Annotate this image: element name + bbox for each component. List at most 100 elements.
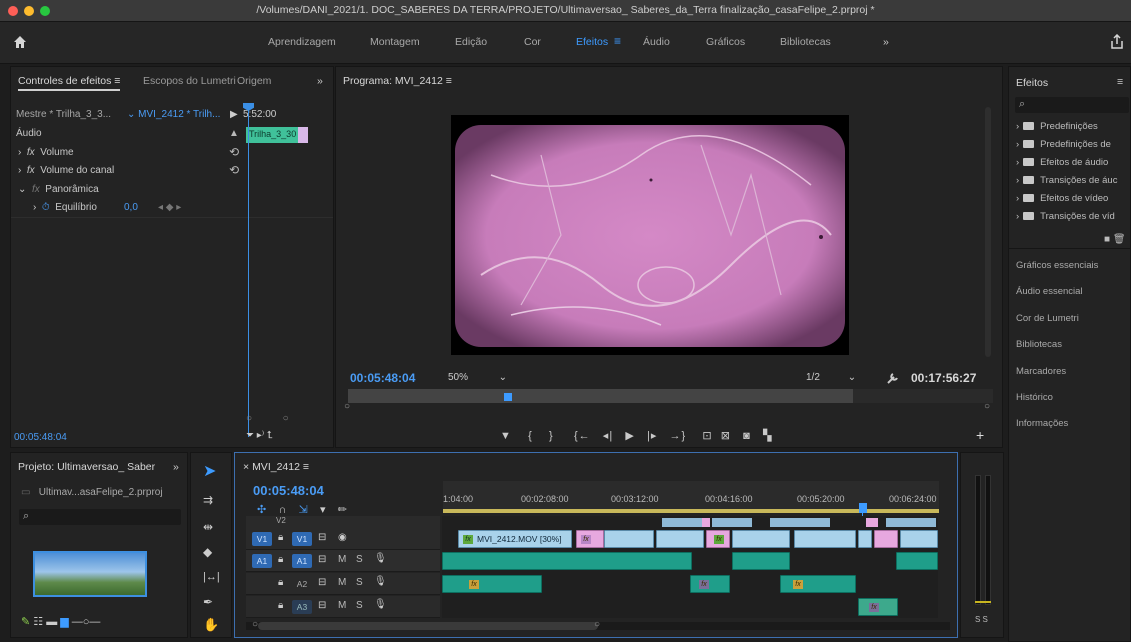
timeline-zoom-right[interactable]: ○ <box>594 619 600 630</box>
project-thumbnail[interactable] <box>33 551 147 597</box>
workspace-efeitos[interactable]: Efeitos <box>576 36 608 48</box>
audio-clip[interactable]: fx <box>690 575 730 593</box>
workspace-graficos[interactable]: Gráficos <box>706 36 745 48</box>
razor-tool-icon[interactable]: ◆ <box>203 545 212 559</box>
collapse-arrow-icon[interactable]: ▲ <box>229 128 239 146</box>
track-a1-target[interactable]: A1 <box>292 554 312 568</box>
tab-source[interactable]: Origem <box>237 75 271 87</box>
track-a1-source[interactable]: A1 <box>252 554 272 568</box>
timeline-zoom-left[interactable]: ○ <box>252 619 258 630</box>
zoom-select[interactable]: 50% ⌄ <box>448 372 507 390</box>
video-clip[interactable] <box>858 530 872 548</box>
video-clip[interactable] <box>732 530 790 548</box>
v2-clip[interactable] <box>886 518 936 527</box>
v2-clip[interactable] <box>866 518 878 527</box>
tab-project[interactable]: Projeto: Ultimaversao_ Saber <box>18 461 155 473</box>
workspace-cor[interactable]: Cor <box>524 36 541 48</box>
effects-item-audio-effects[interactable]: › Efeitos de áudio <box>1016 157 1108 168</box>
workspace-montagem[interactable]: Montagem <box>370 36 420 48</box>
wrench-icon[interactable] <box>885 371 899 385</box>
track-a3-label[interactable]: A3 <box>292 600 312 614</box>
track-a2-label[interactable]: A2 <box>292 577 312 591</box>
track-v2-header[interactable]: V2 <box>246 516 440 528</box>
video-clip[interactable]: fx MVI_2412.MOV [30%] <box>458 530 572 548</box>
workspace-edicao[interactable]: Edição <box>455 36 487 48</box>
audio-clip[interactable] <box>896 552 938 570</box>
video-clip[interactable] <box>794 530 856 548</box>
project-footer-icons[interactable]: ✎ ☷ ▬ ▆ ―○― <box>21 615 100 633</box>
panel-history[interactable]: Histórico <box>1016 392 1053 403</box>
v2-clip[interactable] <box>702 518 710 527</box>
reset-channel-volume-icon[interactable]: ⟲ <box>229 163 239 181</box>
track-a2-header[interactable]: 🔒︎ A2 ⊟ M S 🎙︎ <box>246 573 440 595</box>
video-clip[interactable] <box>656 530 704 548</box>
mute-button[interactable]: M <box>338 554 346 565</box>
pink-clip[interactable] <box>874 530 898 548</box>
hand-tool-icon[interactable]: ✋ <box>203 617 219 633</box>
program-timecode[interactable]: 00:05:48:04 <box>350 371 415 389</box>
track-a1-header[interactable]: A1 🔒︎ A1 ⊟ M S 🎙︎ <box>246 550 440 572</box>
ripple-edit-tool-icon[interactable]: ⇹ <box>203 520 213 534</box>
tab-effects[interactable]: Efeitos <box>1016 77 1048 89</box>
audio-clip[interactable] <box>442 552 692 570</box>
solo-button[interactable]: S <box>356 577 363 588</box>
panel-lumetri-color[interactable]: Cor de Lumetri <box>1016 313 1079 324</box>
add-button-icon[interactable]: + <box>976 427 984 445</box>
mic-icon[interactable]: 🎙︎ <box>374 599 387 610</box>
workspace-bibliotecas[interactable]: Bibliotecas <box>780 36 831 48</box>
tab-effect-controls[interactable]: Controles de efeitos ≡ <box>18 75 121 91</box>
workspace-more-button[interactable]: » <box>883 36 889 48</box>
monitor-scrollbar[interactable] <box>985 107 991 357</box>
effects-item-audio-transitions[interactable]: › Transições de áuc <box>1016 175 1117 186</box>
volume-effect-row[interactable]: › fx Volume <box>18 147 74 165</box>
home-icon[interactable] <box>13 35 27 49</box>
effects-search-input[interactable]: ⌕ <box>1015 97 1129 113</box>
audio-clip[interactable] <box>732 552 790 570</box>
pink-clip[interactable]: fx <box>706 530 730 548</box>
program-playhead[interactable] <box>504 393 512 401</box>
timeline-playhead-handle[interactable] <box>859 503 867 513</box>
audio-clip[interactable]: fx <box>858 598 898 616</box>
selection-tool-icon[interactable]: ➤ <box>203 461 216 481</box>
panel-markers[interactable]: Marcadores <box>1016 366 1066 377</box>
play-triangle-icon[interactable]: ▶ <box>230 109 238 127</box>
pink-clip[interactable]: fx <box>576 530 604 548</box>
ec-zoom-handles[interactable]: ○ ○ <box>246 413 289 431</box>
track-v1-source[interactable]: V1 <box>252 532 272 546</box>
sequence-clip-dropdown[interactable]: ⌄ MVI_2412 * Trilh... <box>127 109 220 127</box>
lock-icon[interactable]: 🔒︎ <box>278 554 283 565</box>
program-zoom-right[interactable]: ○ <box>984 401 990 419</box>
panel-essential-graphics[interactable]: Gráficos essenciais <box>1016 260 1098 271</box>
effects-item-video-effects[interactable]: › Efeitos de vídeo <box>1016 193 1108 204</box>
v2-clip[interactable] <box>712 518 752 527</box>
pen-tool-icon[interactable]: ✒ <box>203 595 213 609</box>
new-bin-icon[interactable]: ■ 🗑 <box>1104 234 1126 245</box>
sync-icon[interactable]: ⊟ <box>318 600 326 611</box>
v2-clip[interactable] <box>662 518 702 527</box>
project-more-button[interactable]: » <box>173 461 179 473</box>
timeline-scroll-thumb[interactable] <box>258 622 598 630</box>
sync-icon[interactable]: ⊟ <box>318 577 326 588</box>
tab-lumetri-scopes[interactable]: Escopos do Lumetri <box>143 75 236 87</box>
meter-solo-label[interactable]: S S <box>975 615 988 624</box>
mute-button[interactable]: M <box>338 577 346 588</box>
reset-volume-icon[interactable]: ⟲ <box>229 145 239 163</box>
video-clip[interactable] <box>604 530 654 548</box>
mic-icon[interactable]: 🎙︎ <box>374 553 387 564</box>
workspace-menu-icon[interactable]: ≡ <box>614 34 621 48</box>
track-a3-header[interactable]: 🔒︎ A3 ⊟ M S 🎙︎ <box>246 596 440 618</box>
tab-program-monitor[interactable]: Programa: MVI_2412 ≡ <box>343 75 452 87</box>
stopwatch-icon[interactable]: ⏱ <box>42 202 50 213</box>
master-clip-label[interactable]: Mestre * Trilha_3_3... <box>16 109 111 127</box>
workspace-audio[interactable]: Áudio <box>643 36 670 48</box>
track-select-tool-icon[interactable]: ⇉ <box>203 493 213 507</box>
v2-clip[interactable] <box>770 518 830 527</box>
solo-button[interactable]: S <box>356 600 363 611</box>
effects-item-video-transitions[interactable]: › Transições de víd <box>1016 211 1115 222</box>
sync-icon[interactable]: ⊟ <box>318 532 326 543</box>
track-v1-header[interactable]: V1 🔒︎ V1 ⊟ ◉ <box>246 528 440 550</box>
lock-icon[interactable]: 🔒︎ <box>278 577 283 588</box>
tab-sequence[interactable]: × MVI_2412 ≡ <box>243 461 309 473</box>
project-search-input[interactable]: ⌕ <box>19 509 181 525</box>
mute-button[interactable]: M <box>338 600 346 611</box>
